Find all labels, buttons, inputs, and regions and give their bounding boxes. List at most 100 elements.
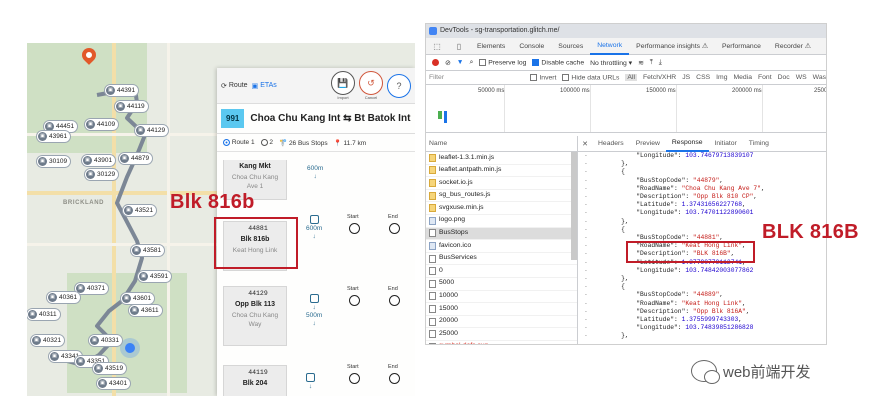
request-row[interactable]: 15000: [426, 303, 577, 316]
bus-stop-marker[interactable]: ▣ 44129: [135, 125, 169, 136]
devtools-tab[interactable]: Elements: [470, 38, 512, 55]
filter-type[interactable]: Fetch/XHR: [643, 74, 676, 81]
bus-stop-marker[interactable]: ▣ 40371: [75, 283, 109, 294]
filter-type[interactable]: WS: [796, 74, 807, 81]
help-button[interactable]: ?: [387, 73, 411, 98]
filter-type[interactable]: Media: [733, 74, 752, 81]
request-row[interactable]: logo.png: [426, 215, 577, 228]
bus-stop-marker[interactable]: ▣ 43521: [123, 205, 157, 216]
start-select[interactable]: [349, 295, 360, 306]
code-line: - "Description": "Opp Blk 810 CP",: [584, 193, 758, 201]
stop-card[interactable]: 44119 Blk 204: [223, 365, 287, 396]
bus-stop-marker[interactable]: ▣ 40321: [31, 335, 65, 346]
bus-stop-marker[interactable]: ▣ 44119: [115, 101, 148, 112]
search-icon[interactable]: ⌕: [469, 59, 473, 67]
response-tab[interactable]: Timing: [743, 136, 775, 152]
watermark: web前端开发: [691, 360, 811, 384]
devtools-tab[interactable]: Performance insights ⚠: [629, 38, 715, 55]
devtools-tab[interactable]: Sources: [551, 38, 590, 55]
request-row[interactable]: 20000: [426, 316, 577, 329]
inspect-icon[interactable]: ⬚: [426, 42, 448, 51]
disable-cache-checkbox[interactable]: Disable cache: [532, 58, 584, 66]
help-icon: ?: [387, 73, 411, 98]
bus-stop-marker[interactable]: ▣ 43601: [121, 293, 155, 304]
close-icon[interactable]: ✕: [578, 140, 592, 148]
throttle-select[interactable]: No throttling ▾: [590, 59, 632, 67]
bus-stop-marker[interactable]: ▣ 43591: [138, 271, 172, 282]
filter-type[interactable]: JS: [682, 74, 690, 81]
filter-type[interactable]: Doc: [778, 74, 790, 81]
clear-icon[interactable]: ⊘: [445, 59, 451, 67]
end-select[interactable]: [389, 223, 400, 234]
bus-stop-marker[interactable]: ▣ 43961: [37, 131, 71, 142]
bus-stop-marker[interactable]: ▣ 44879: [119, 153, 153, 164]
import-button[interactable]: 💾 Import: [331, 71, 355, 100]
request-row[interactable]: socket.io.js: [426, 177, 577, 190]
filter-type[interactable]: Img: [716, 74, 727, 81]
preserve-log-checkbox[interactable]: Preserve log: [479, 58, 526, 66]
bus-stop-marker[interactable]: ▣ 44109: [85, 119, 119, 130]
bus-stop-marker[interactable]: ▣ 43901: [82, 155, 116, 166]
download-icon[interactable]: ⤓: [659, 59, 662, 67]
bus-stop-marker[interactable]: ▣ 43401: [97, 378, 131, 389]
request-row[interactable]: 5000: [426, 278, 577, 291]
request-row[interactable]: symbol-defs.svg: [426, 341, 577, 344]
response-tab[interactable]: Preview: [630, 136, 666, 152]
response-tab[interactable]: Initiator: [709, 136, 743, 152]
devtools-tab[interactable]: Performance: [715, 38, 768, 55]
cancel-button[interactable]: ↺ Cancel: [359, 71, 383, 100]
tab-route[interactable]: ⟳ Route: [221, 82, 248, 90]
request-row[interactable]: BusStops: [426, 227, 577, 241]
upload-icon[interactable]: ⤒: [650, 59, 653, 67]
devtools-tab[interactable]: Console: [512, 38, 551, 55]
filter-icon[interactable]: ▼: [457, 59, 464, 66]
hide-data-urls-checkbox[interactable]: Hide data URLs: [562, 73, 619, 81]
record-icon[interactable]: [432, 59, 439, 66]
devtools-tab[interactable]: Network: [590, 38, 630, 55]
filter-type[interactable]: Font: [758, 74, 772, 81]
route1-radio[interactable]: Route 1: [223, 138, 255, 146]
request-row[interactable]: leaflet.antpath.min.js: [426, 165, 577, 178]
route2-radio[interactable]: 2: [260, 138, 273, 146]
request-row[interactable]: 0: [426, 265, 577, 278]
stop-card[interactable]: 44129 Opp Blk 113 Choa Chu Kang Way: [223, 286, 287, 346]
request-row[interactable]: svgxuse.min.js: [426, 202, 577, 215]
end-select[interactable]: [389, 295, 400, 306]
bus-stop-marker[interactable]: ▣ 30129: [85, 169, 119, 180]
network-timeline[interactable]: 50000 ms 100000 ms 150000 ms 200000 ms 2…: [426, 85, 826, 133]
filter-type[interactable]: Was: [813, 74, 826, 81]
invert-checkbox[interactable]: Invert: [530, 73, 556, 81]
request-row[interactable]: 25000: [426, 328, 577, 341]
bus-stop-marker[interactable]: ▣ 40311: [27, 309, 60, 320]
request-row[interactable]: leaflet-1.3.1.min.js: [426, 152, 577, 165]
request-row[interactable]: 10000: [426, 291, 577, 304]
bus-stop-marker[interactable]: ▣ 43581: [131, 245, 165, 256]
end-select[interactable]: [389, 373, 400, 384]
bus-icon: ▣: [86, 170, 95, 179]
filter-input[interactable]: Filter: [429, 74, 524, 81]
bus-stop-marker[interactable]: ▣ 40331: [89, 335, 123, 346]
file-icon: [429, 229, 436, 238]
response-tab[interactable]: Headers: [592, 136, 630, 152]
device-icon[interactable]: ▯: [448, 42, 470, 51]
request-row[interactable]: sg_bus_routes.js: [426, 190, 577, 203]
wifi-icon[interactable]: ≋: [638, 59, 644, 67]
bus-stop-marker[interactable]: ▣ 40361: [47, 292, 81, 303]
request-row[interactable]: favicon.ico: [426, 240, 577, 253]
file-icon: [429, 342, 436, 344]
bus-stop-marker[interactable]: ▣ 43519: [93, 363, 127, 374]
filter-type[interactable]: CSS: [696, 74, 710, 81]
bus-stop-marker[interactable]: ▣ 43611: [129, 305, 162, 316]
request-row[interactable]: BusServices: [426, 253, 577, 266]
filter-all[interactable]: All: [625, 74, 637, 81]
devtools-tab[interactable]: Recorder ⚠: [768, 38, 818, 55]
tab-etas[interactable]: ▣ ETAs: [252, 82, 277, 90]
response-tab[interactable]: Response: [665, 136, 709, 152]
image-icon: [429, 216, 436, 225]
start-select[interactable]: [349, 373, 360, 384]
start-select[interactable]: [349, 223, 360, 234]
name-column-header[interactable]: Name: [426, 136, 577, 152]
bus-stop-marker[interactable]: ▣ 44391: [105, 85, 139, 96]
bus-stop-marker[interactable]: ▣ 30109: [37, 156, 71, 167]
scrollbar[interactable]: [571, 152, 577, 260]
